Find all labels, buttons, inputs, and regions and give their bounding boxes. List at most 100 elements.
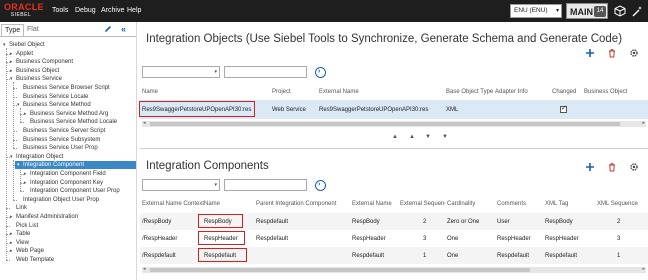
io-row-changed-checkbox[interactable] bbox=[560, 105, 567, 113]
io-col-base-object-type[interactable]: Base Object Type bbox=[446, 88, 493, 96]
ic-col-cardinality[interactable]: Cardinality bbox=[447, 200, 475, 208]
menu-archive[interactable]: Archive bbox=[101, 6, 124, 16]
ic-col-xml-tag[interactable]: XML Tag bbox=[545, 200, 568, 208]
tree-item[interactable]: ▸ Integration Component Field bbox=[24, 170, 106, 178]
arrow-right-circle-icon[interactable]: › bbox=[315, 67, 326, 78]
tree-item[interactable]: ▾ Business Service Method bbox=[17, 101, 91, 109]
ic-col-external-name-context[interactable]: External Name Context bbox=[142, 200, 204, 208]
tree-item[interactable]: Pick List bbox=[10, 222, 38, 230]
plus-icon[interactable] bbox=[585, 48, 595, 58]
workspace-selector[interactable]: MAIN 14 bbox=[566, 3, 608, 19]
io-col-business-object[interactable]: Business Object bbox=[584, 88, 627, 96]
next-record-icon[interactable]: ▼ bbox=[425, 133, 431, 141]
tree-item-label: Integration Component bbox=[23, 162, 85, 169]
tree-item-label: View bbox=[16, 239, 29, 246]
scroll-right-icon[interactable]: ▸ bbox=[642, 266, 645, 273]
tree-item[interactable]: ▸ Integration Component Key bbox=[24, 179, 103, 187]
tree-item[interactable]: Business Service Subsystem bbox=[17, 136, 100, 144]
ic-row-xml-sequence: 2 bbox=[617, 219, 621, 225]
tree-item[interactable]: Web Template bbox=[10, 256, 54, 264]
tree-item[interactable]: Business Service Locale bbox=[17, 93, 88, 101]
ic-row-xml-tag: RespBody bbox=[545, 219, 573, 225]
io-query-field-select[interactable]: ▾ bbox=[142, 66, 220, 78]
ic-query-value-input[interactable] bbox=[224, 179, 307, 191]
tree-item-label: Link bbox=[16, 205, 28, 212]
ic-horizontal-scrollbar[interactable]: ◂ ▸ bbox=[142, 266, 646, 273]
tree-item[interactable]: Link bbox=[10, 204, 27, 212]
ic-col-name[interactable]: Name bbox=[204, 200, 220, 208]
locale-select[interactable]: ENU (ENU) ▾ bbox=[510, 4, 562, 18]
previous-record-icon[interactable]: ▲ bbox=[409, 133, 415, 141]
tree-item-label: Business Service Browser Script bbox=[23, 85, 110, 91]
tree-item[interactable]: ▸ Business Object bbox=[10, 67, 59, 75]
tree-item[interactable]: Business Service User Prop bbox=[17, 144, 98, 152]
ic-col-comments[interactable]: Comments bbox=[497, 200, 526, 208]
ic-row-comments: Respdefault bbox=[497, 253, 530, 259]
io-col-changed[interactable]: Changed bbox=[552, 88, 576, 96]
scroll-right-icon[interactable]: ▸ bbox=[642, 120, 645, 127]
double-chevron-left-icon[interactable]: « bbox=[121, 24, 126, 34]
arrow-right-circle-icon[interactable]: › bbox=[315, 180, 326, 191]
io-col-external-name[interactable]: External Name bbox=[319, 88, 359, 96]
ic-col-xml-sequence[interactable]: XML Sequence bbox=[597, 200, 638, 208]
tree-item-label: Business Object bbox=[16, 67, 60, 74]
tree-item[interactable]: Integration Component User Prop bbox=[24, 187, 120, 195]
tree-item[interactable]: ▸ Business Component bbox=[10, 58, 73, 66]
io-horizontal-scrollbar[interactable]: ◂ ▸ bbox=[142, 120, 646, 127]
tree-item[interactable]: Integration Object User Prop bbox=[17, 196, 99, 204]
menu-debug[interactable]: Debug bbox=[75, 6, 96, 16]
last-record-icon[interactable]: ▼ bbox=[442, 133, 448, 141]
ic-col-parent[interactable]: Parent Integration Component bbox=[256, 200, 336, 208]
scrollbar-thumb[interactable] bbox=[150, 268, 530, 272]
scroll-left-icon[interactable]: ◂ bbox=[143, 266, 146, 273]
tree-item[interactable]: Business Service Method Locale bbox=[24, 118, 117, 126]
pencil-icon[interactable] bbox=[104, 25, 112, 33]
scrollbar-thumb[interactable] bbox=[150, 122, 620, 126]
tree-item-label: Integration Object User Prop bbox=[23, 196, 100, 203]
io-col-project[interactable]: Project bbox=[272, 88, 291, 96]
tree-item-label: Business Service Subsystem bbox=[23, 136, 101, 143]
tree-item-label: Applet bbox=[16, 50, 34, 57]
menu-help[interactable]: Help bbox=[127, 6, 141, 16]
tree-item[interactable]: ▸ Web Page bbox=[10, 247, 44, 255]
tree-item[interactable]: ▸ Applet bbox=[10, 50, 33, 58]
menu-tools[interactable]: Tools bbox=[52, 6, 68, 16]
ic-query-field-select[interactable]: ▾ bbox=[142, 179, 220, 191]
ic-row-xml-sequence: 3 bbox=[617, 236, 621, 242]
logo-siebel-text: SIEBEL bbox=[10, 12, 32, 18]
ic-row-external-sequence: 2 bbox=[423, 219, 427, 225]
tree-item[interactable]: ▸ Business Service Method Arg bbox=[24, 110, 108, 118]
tree-item[interactable]: Business Service Server Script bbox=[17, 127, 105, 135]
gear-icon[interactable] bbox=[629, 162, 639, 172]
trash-icon[interactable] bbox=[607, 48, 617, 58]
tree-item-label: Siebel Object bbox=[9, 42, 45, 48]
tab-flat[interactable]: Flat bbox=[24, 24, 42, 36]
plus-icon[interactable] bbox=[585, 162, 595, 172]
first-record-icon[interactable]: ▲ bbox=[392, 133, 398, 141]
io-query-value-input[interactable] bbox=[224, 66, 307, 78]
tree-item[interactable]: ▾ Integration Component bbox=[15, 161, 136, 170]
tree-item[interactable]: Business Service Browser Script bbox=[17, 84, 110, 92]
tree-item[interactable]: ▾ Business Service bbox=[10, 75, 62, 83]
gear-icon[interactable] bbox=[629, 48, 639, 58]
logo-oracle-text: ORACLE bbox=[4, 2, 44, 12]
io-col-name[interactable]: Name bbox=[142, 88, 158, 96]
wand-icon[interactable] bbox=[631, 5, 643, 17]
scroll-left-icon[interactable]: ◂ bbox=[143, 120, 146, 127]
tab-type[interactable]: Type bbox=[1, 24, 25, 36]
workspace-count-badge: 14 bbox=[594, 6, 606, 17]
tree-item[interactable]: ▸ Manifest Administration bbox=[10, 213, 78, 221]
tree-item[interactable]: ▸ View bbox=[10, 239, 29, 247]
trash-icon[interactable] bbox=[607, 162, 617, 172]
ic-col-external-sequence[interactable]: External Sequence bbox=[400, 200, 445, 208]
tree-item[interactable]: ▸ Table bbox=[10, 230, 30, 238]
tree-item-label: Business Service bbox=[16, 76, 63, 83]
highlight-box bbox=[139, 101, 255, 117]
io-col-adapter-info[interactable]: Adapter Info bbox=[495, 88, 528, 96]
tree-item[interactable]: ▾ Siebel Object bbox=[3, 41, 45, 49]
tree-item-label: Table bbox=[16, 231, 31, 238]
tree-item-label: Business Service Server Script bbox=[23, 128, 106, 134]
ic-col-external-name[interactable]: External Name bbox=[352, 200, 392, 208]
cube-icon[interactable] bbox=[614, 5, 626, 17]
tree-item[interactable]: ▾ Integration Object bbox=[10, 153, 63, 161]
